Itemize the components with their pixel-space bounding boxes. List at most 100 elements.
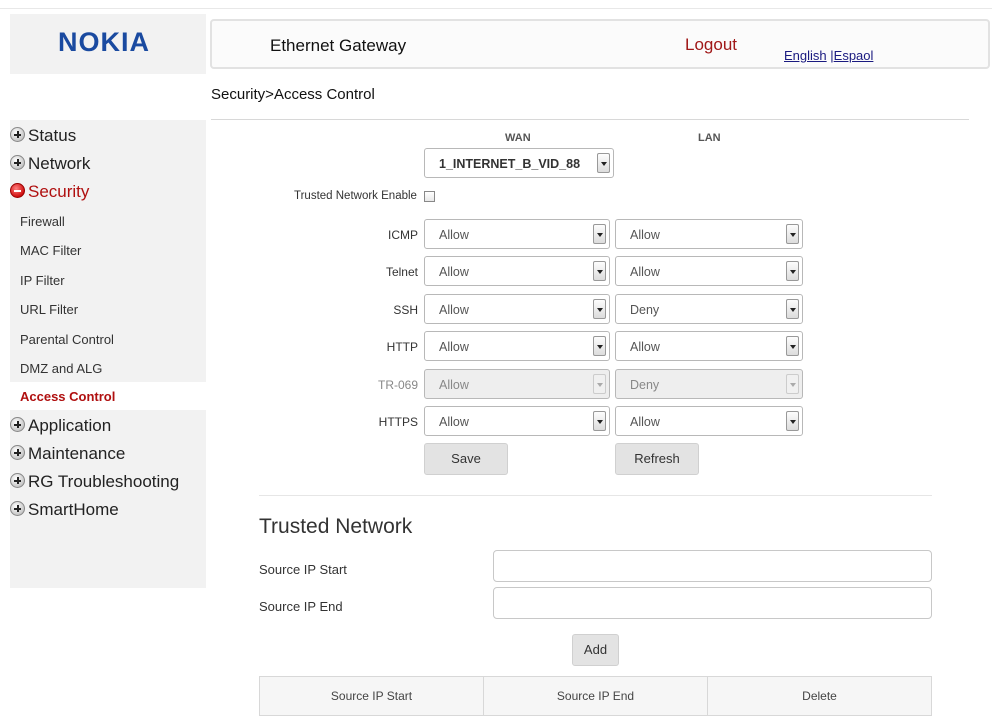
trusted-network-table: Source IP Start Source IP End Delete (259, 676, 932, 716)
refresh-button[interactable]: Refresh (615, 443, 699, 475)
row-label-tr069: TR-069 (377, 378, 418, 392)
telnet-lan-select[interactable]: Allow (615, 256, 803, 286)
source-ip-end-input[interactable] (493, 587, 932, 619)
top-rule (0, 8, 992, 9)
breadcrumb: Security>Access Control (211, 86, 375, 103)
lan-column-header: LAN (698, 132, 721, 144)
sidebar-item-application[interactable]: Application (10, 416, 111, 438)
wan-interface-value: 1_INTERNET_B_VID_88 (439, 157, 581, 171)
table-header-source-ip-start: Source IP Start (260, 677, 484, 715)
header-divider (211, 119, 969, 120)
select-value: Allow (630, 265, 660, 279)
icmp-lan-select[interactable]: Allow (615, 219, 803, 249)
sidebar-sub-url-filter[interactable]: URL Filter (20, 302, 78, 317)
sidebar-sub-mac-filter[interactable]: MAC Filter (20, 243, 81, 258)
lang-english-link[interactable]: English (784, 48, 827, 63)
sidebar-sub-parental-control[interactable]: Parental Control (20, 332, 114, 347)
row-label-telnet: Telnet (385, 265, 418, 279)
sidebar-item-status[interactable]: Status (10, 126, 76, 148)
sidebar-item-security[interactable]: Security (10, 182, 89, 204)
trusted-network-title: Trusted Network (259, 515, 413, 538)
source-ip-start-input[interactable] (493, 550, 932, 582)
section-divider (259, 495, 932, 496)
sidebar-sub-label: Access Control (20, 389, 116, 404)
select-value: Deny (630, 378, 660, 392)
trusted-network-enable-label: Trusted Network Enable (294, 190, 417, 202)
telnet-wan-select[interactable]: Allow (424, 256, 610, 286)
sidebar-item-rg-troubleshooting[interactable]: RG Troubleshooting (10, 472, 179, 494)
sidebar: Status Network Security Firewall MAC Fil… (10, 120, 206, 588)
sidebar-sub-ip-filter[interactable]: IP Filter (20, 273, 65, 288)
chevron-down-icon (786, 261, 799, 281)
sidebar-item-network[interactable]: Network (10, 154, 90, 176)
chevron-down-icon (593, 261, 606, 281)
sidebar-sub-dmz-alg[interactable]: DMZ and ALG (20, 361, 102, 376)
expand-plus-icon (10, 473, 25, 488)
header-bar: Ethernet Gateway Logout English |Espaol (210, 19, 990, 69)
sidebar-item-smarthome[interactable]: SmartHome (10, 500, 119, 522)
chevron-down-icon (786, 299, 799, 319)
icmp-wan-select[interactable]: Allow (424, 219, 610, 249)
chevron-down-icon (786, 411, 799, 431)
select-value: Allow (439, 303, 469, 317)
sidebar-sub-access-control[interactable]: Access Control (10, 382, 206, 410)
row-label-icmp: ICMP (388, 228, 418, 242)
chevron-down-icon (593, 299, 606, 319)
tr069-wan-select: Allow (424, 369, 610, 399)
select-value: Allow (439, 378, 469, 392)
language-switch: English |Espaol (784, 48, 873, 63)
chevron-down-icon (597, 153, 610, 173)
source-ip-end-label: Source IP End (259, 599, 343, 614)
http-lan-select[interactable]: Allow (615, 331, 803, 361)
table-header-delete: Delete (802, 689, 837, 703)
sidebar-item-label: Application (28, 416, 112, 435)
row-label-ssh: SSH (393, 303, 418, 317)
tr069-lan-select: Deny (615, 369, 803, 399)
http-wan-select[interactable]: Allow (424, 331, 610, 361)
expand-plus-icon (10, 445, 25, 460)
logo-area: NOKIA (10, 14, 206, 74)
select-value: Allow (439, 228, 469, 242)
app-title: Ethernet Gateway (270, 36, 407, 55)
add-button[interactable]: Add (572, 634, 619, 666)
chevron-down-icon (593, 224, 606, 244)
sidebar-item-label: SmartHome (28, 500, 119, 519)
trusted-network-enable-checkbox[interactable] (424, 191, 435, 202)
row-label-https: HTTPS (378, 415, 418, 429)
select-value: Allow (630, 415, 660, 429)
chevron-down-icon (786, 374, 799, 394)
sidebar-sub-firewall[interactable]: Firewall (20, 214, 65, 229)
chevron-down-icon (593, 374, 606, 394)
ssh-lan-select[interactable]: Deny (615, 294, 803, 324)
expand-plus-icon (10, 501, 25, 516)
select-value: Allow (630, 228, 660, 242)
sidebar-item-label: RG Troubleshooting (28, 472, 180, 491)
wan-column-header: WAN (505, 132, 531, 144)
chevron-down-icon (786, 224, 799, 244)
expand-plus-icon (10, 127, 25, 142)
wan-interface-select[interactable]: 1_INTERNET_B_VID_88 (424, 148, 614, 178)
sidebar-item-label: Status (28, 126, 77, 145)
table-header-source-ip-end: Source IP End (484, 677, 708, 715)
collapse-minus-icon (10, 183, 25, 198)
nokia-logo: NOKIA (58, 27, 150, 57)
select-value: Allow (439, 340, 469, 354)
chevron-down-icon (786, 336, 799, 356)
https-wan-select[interactable]: Allow (424, 406, 610, 436)
expand-plus-icon (10, 417, 25, 432)
logout-link[interactable]: Logout (685, 35, 737, 55)
save-button[interactable]: Save (424, 443, 508, 475)
ssh-wan-select[interactable]: Allow (424, 294, 610, 324)
sidebar-item-maintenance[interactable]: Maintenance (10, 444, 125, 466)
expand-plus-icon (10, 155, 25, 170)
sidebar-item-label: Maintenance (28, 444, 126, 463)
select-value: Allow (439, 415, 469, 429)
sidebar-item-label: Network (28, 154, 91, 173)
https-lan-select[interactable]: Allow (615, 406, 803, 436)
select-value: Allow (630, 340, 660, 354)
lang-espanol-link[interactable]: Espaol (834, 48, 874, 63)
chevron-down-icon (593, 411, 606, 431)
select-value: Allow (439, 265, 469, 279)
source-ip-start-label: Source IP Start (259, 562, 347, 577)
chevron-down-icon (593, 336, 606, 356)
